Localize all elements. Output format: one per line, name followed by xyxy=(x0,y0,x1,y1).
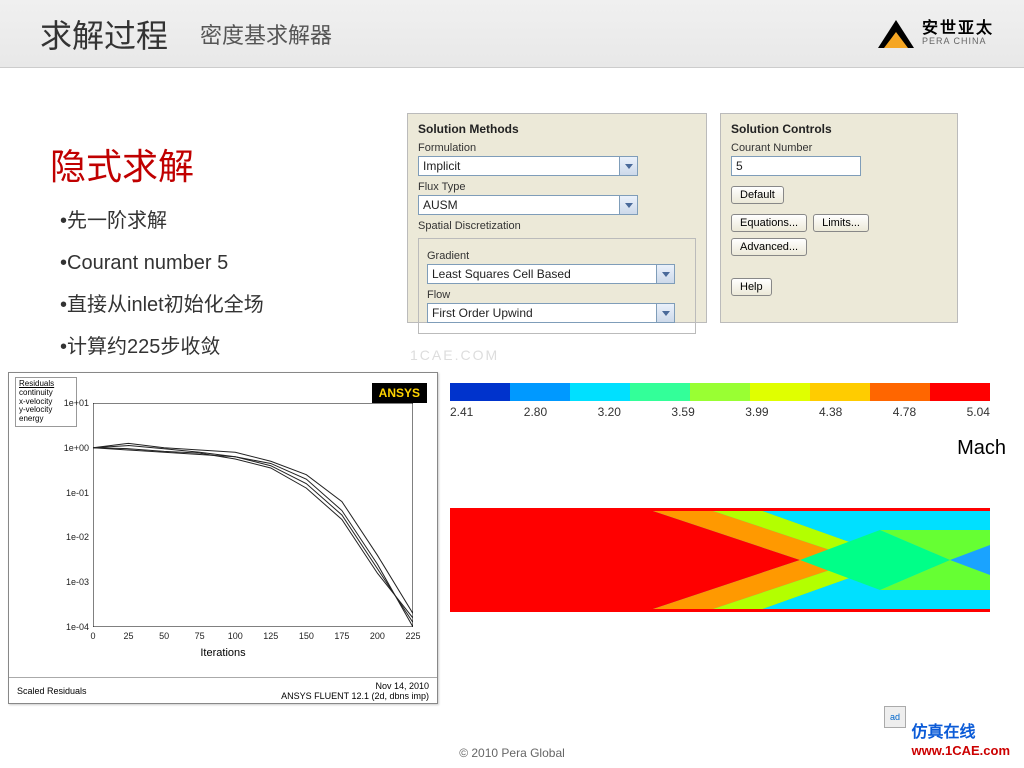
colorbar-tick: 4.38 xyxy=(819,405,842,419)
site-cn: 仿真在线 xyxy=(912,724,976,741)
colorbar-tick: 2.41 xyxy=(450,405,473,419)
colorbar-tick: 3.20 xyxy=(598,405,621,419)
residuals-plot xyxy=(93,403,413,627)
flow-label: Flow xyxy=(427,289,687,301)
ytick: 1e-03 xyxy=(55,577,89,587)
xtick: 50 xyxy=(159,631,169,641)
chevron-down-icon[interactable] xyxy=(656,265,674,283)
ytick: 1e-02 xyxy=(55,532,89,542)
courant-label: Courant Number xyxy=(731,142,947,154)
xtick: 150 xyxy=(299,631,314,641)
flux-label: Flux Type xyxy=(418,181,696,193)
footer-left: Scaled Residuals xyxy=(17,686,87,696)
gradient-label: Gradient xyxy=(427,250,687,262)
solution-methods-panel: Solution Methods Formulation Implicit Fl… xyxy=(407,113,707,323)
colorbar-tick: 3.99 xyxy=(745,405,768,419)
colorbar-seg xyxy=(750,383,810,401)
logo-en: PERA CHINA xyxy=(922,37,994,46)
colorbar-seg xyxy=(870,383,930,401)
courant-input[interactable]: 5 xyxy=(731,156,861,176)
residuals-footer: Scaled Residuals Nov 14, 2010 ANSYS FLUE… xyxy=(9,677,437,703)
xtick: 125 xyxy=(263,631,278,641)
spatial-label: Spatial Discretization xyxy=(418,220,696,232)
courant-value: 5 xyxy=(736,159,743,173)
chevron-down-icon[interactable] xyxy=(619,196,637,214)
xtick: 175 xyxy=(334,631,349,641)
ytick: 1e+00 xyxy=(55,443,89,453)
colorbar xyxy=(450,383,990,401)
colorbar-seg xyxy=(510,383,570,401)
ytick: 1e-01 xyxy=(55,488,89,498)
flux-select[interactable]: AUSM xyxy=(418,195,638,215)
solution-controls-panel: Solution Controls Courant Number 5 Defau… xyxy=(720,113,958,323)
gradient-select[interactable]: Least Squares Cell Based xyxy=(427,264,675,284)
ytick: 1e+01 xyxy=(55,398,89,408)
colorbar-tick: 2.80 xyxy=(524,405,547,419)
ad-icon: ad xyxy=(884,706,906,728)
xtick: 75 xyxy=(195,631,205,641)
bullet-4: •计算约225步收敛 xyxy=(60,326,264,368)
title-sub: 密度基求解器 xyxy=(200,18,332,50)
colorbar-seg xyxy=(690,383,750,401)
limits-button[interactable]: Limits... xyxy=(813,214,869,232)
colorbar-seg xyxy=(930,383,990,401)
bullet-2: •Courant number 5 xyxy=(60,242,264,284)
controls-title: Solution Controls xyxy=(731,122,947,136)
section-title: 隐式求解 xyxy=(50,138,194,190)
site-brand: 仿真在线 www.1CAE.com xyxy=(912,718,1010,760)
colorbar-seg xyxy=(630,383,690,401)
residuals-xlabel: Iterations xyxy=(9,647,437,659)
gradient-value: Least Squares Cell Based xyxy=(432,267,571,281)
slide-header: 求解过程 密度基求解器 安世亚太 PERA CHINA xyxy=(0,0,1024,68)
formulation-select[interactable]: Implicit xyxy=(418,156,638,176)
xtick: 225 xyxy=(405,631,420,641)
flux-value: AUSM xyxy=(423,198,458,212)
pera-logo: 安世亚太 PERA CHINA xyxy=(878,20,994,48)
xtick: 0 xyxy=(90,631,95,641)
bullet-list: •先一阶求解 •Courant number 5 •直接从inlet初始化全场 … xyxy=(60,200,264,368)
site-url: www.1CAE.com xyxy=(912,743,1010,758)
ytick: 1e-04 xyxy=(55,622,89,632)
flow-select[interactable]: First Order Upwind xyxy=(427,303,675,323)
xtick: 25 xyxy=(124,631,134,641)
mach-contour xyxy=(450,490,990,630)
copyright: © 2010 Pera Global xyxy=(0,746,1024,760)
logo-triangle-icon xyxy=(878,20,914,48)
title-main: 求解过程 xyxy=(40,11,168,57)
colorbar-labels: 2.41 2.80 3.20 3.59 3.99 4.38 4.78 5.04 xyxy=(450,405,990,419)
formulation-label: Formulation xyxy=(418,142,696,154)
colorbar-seg xyxy=(570,383,630,401)
formulation-value: Implicit xyxy=(423,159,460,173)
ansys-logo: ANSYS xyxy=(372,383,427,403)
footer-date: Nov 14, 2010 xyxy=(281,681,429,691)
colorbar-seg xyxy=(450,383,510,401)
colorbar-seg xyxy=(810,383,870,401)
colorbar-tick: 5.04 xyxy=(967,405,990,419)
bullet-3: •直接从inlet初始化全场 xyxy=(60,284,264,326)
methods-title: Solution Methods xyxy=(418,122,696,136)
help-button[interactable]: Help xyxy=(731,278,772,296)
xtick: 100 xyxy=(228,631,243,641)
advanced-button[interactable]: Advanced... xyxy=(731,238,807,256)
chevron-down-icon[interactable] xyxy=(619,157,637,175)
mach-figure: 2.41 2.80 3.20 3.59 3.99 4.38 4.78 5.04 Mach xyxy=(450,383,1016,635)
mach-label: Mach xyxy=(450,437,1016,460)
residuals-chart: Residuals continuity x-velocity y-veloci… xyxy=(8,372,438,704)
footer-version: ANSYS FLUENT 12.1 (2d, dbns imp) xyxy=(281,691,429,701)
default-button[interactable]: Default xyxy=(731,186,784,204)
bullet-1: •先一阶求解 xyxy=(60,200,264,242)
flow-value: First Order Upwind xyxy=(432,306,533,320)
colorbar-tick: 3.59 xyxy=(671,405,694,419)
xtick: 200 xyxy=(370,631,385,641)
legend-item: energy xyxy=(19,415,73,424)
logo-cn: 安世亚太 xyxy=(922,21,994,37)
spatial-group: x Gradient Least Squares Cell Based Flow… xyxy=(418,238,696,334)
colorbar-tick: 4.78 xyxy=(893,405,916,419)
equations-button[interactable]: Equations... xyxy=(731,214,807,232)
watermark: 1CAE.COM xyxy=(410,347,499,363)
chevron-down-icon[interactable] xyxy=(656,304,674,322)
